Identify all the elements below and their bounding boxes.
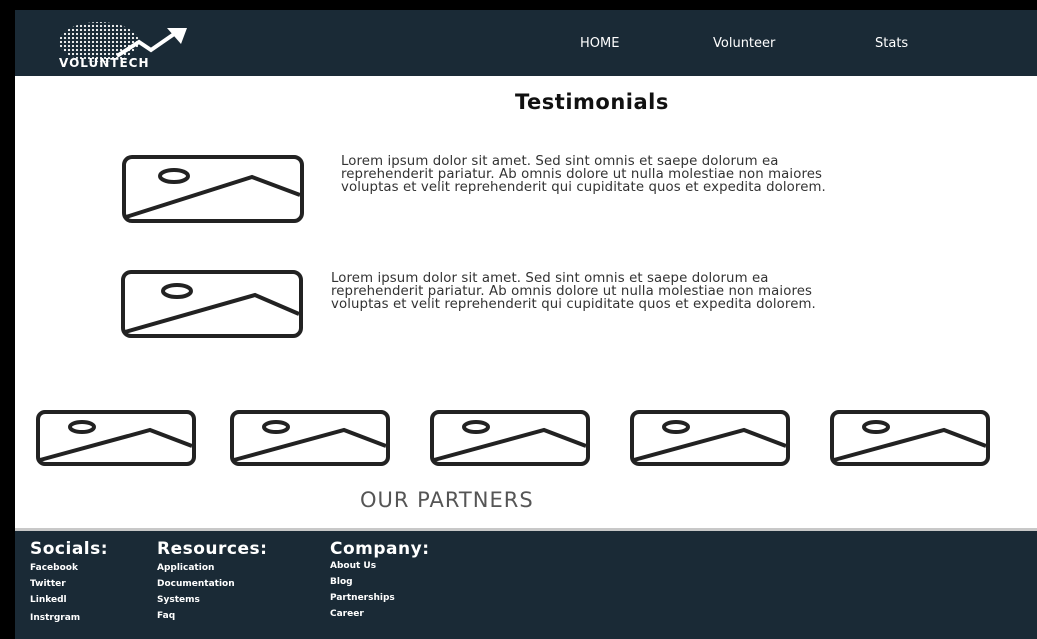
- footer-link-facebook[interactable]: Facebook: [30, 563, 78, 573]
- footer-heading-resources: Resources:: [157, 539, 268, 559]
- footer-link-twitter[interactable]: Twitter: [30, 579, 66, 589]
- partner-logo-icon[interactable]: [230, 410, 390, 466]
- footer-link-faq[interactable]: Faq: [157, 611, 175, 621]
- footer-link-about-us[interactable]: About Us: [330, 561, 376, 571]
- site-footer: Socials: Facebook Twitter Linkedl Instrg…: [15, 531, 1037, 639]
- partner-logo-icon[interactable]: [36, 410, 196, 466]
- footer-link-systems[interactable]: Systems: [157, 595, 200, 605]
- footer-link-documentation[interactable]: Documentation: [157, 579, 235, 589]
- footer-link-instagram[interactable]: Instrgram: [30, 613, 80, 623]
- page: VOLUNTECH HOME Volunteer Stats Testimoni…: [15, 10, 1037, 639]
- site-header: VOLUNTECH HOME Volunteer Stats: [15, 10, 1037, 76]
- nav-volunteer[interactable]: Volunteer: [713, 36, 775, 51]
- nav-home[interactable]: HOME: [580, 36, 619, 51]
- partner-logo-icon[interactable]: [430, 410, 590, 466]
- footer-link-partnerships[interactable]: Partnerships: [330, 593, 395, 603]
- page-title: Testimonials: [515, 90, 669, 114]
- logo[interactable]: VOLUNTECH: [51, 20, 201, 72]
- footer-link-application[interactable]: Application: [157, 563, 214, 573]
- footer-heading-company: Company:: [330, 539, 430, 559]
- nav-stats[interactable]: Stats: [875, 36, 908, 51]
- logo-text: VOLUNTECH: [59, 56, 150, 70]
- testimonial-text: Lorem ipsum dolor sit amet. Sed sint omn…: [341, 154, 826, 195]
- footer-link-career[interactable]: Career: [330, 609, 364, 619]
- partners-title: OUR PARTNERS: [360, 488, 534, 512]
- image-placeholder-icon: [122, 155, 304, 223]
- image-placeholder-icon: [121, 270, 303, 338]
- partner-logo-icon[interactable]: [830, 410, 990, 466]
- footer-heading-socials: Socials:: [30, 539, 109, 559]
- footer-link-blog[interactable]: Blog: [330, 577, 353, 587]
- partner-logo-icon[interactable]: [630, 410, 790, 466]
- footer-link-linkedin[interactable]: Linkedl: [30, 595, 67, 605]
- testimonial-text: Lorem ipsum dolor sit amet. Sed sint omn…: [331, 271, 816, 312]
